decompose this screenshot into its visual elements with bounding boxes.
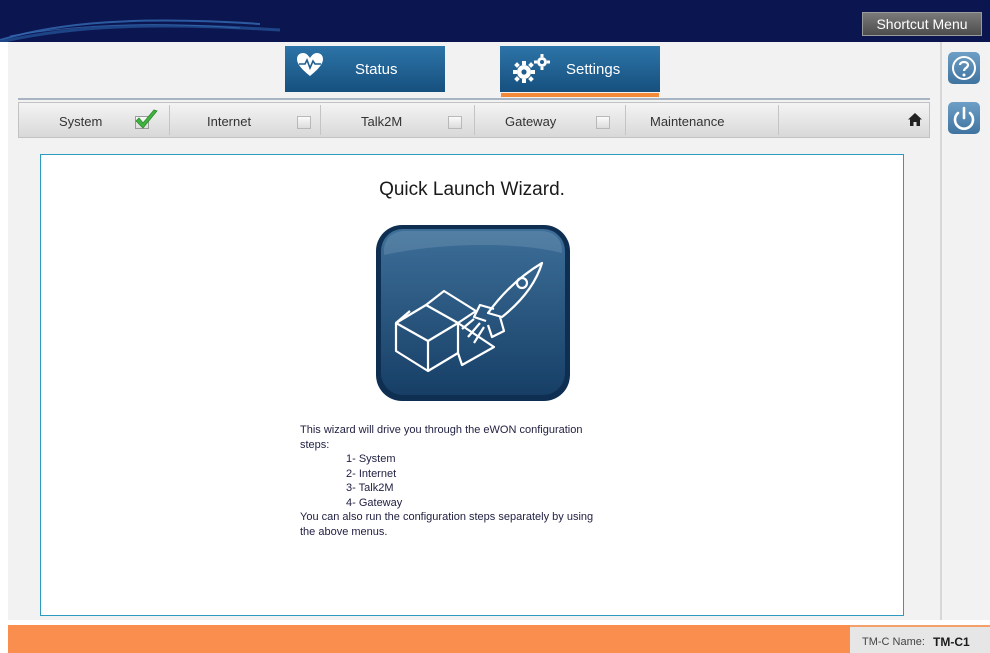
header-swoosh-decoration	[0, 19, 281, 42]
device-name-box: TM-C Name: TM-C1	[850, 625, 990, 653]
step-maintenance-label: Maintenance	[650, 114, 725, 129]
wizard-outro-line2: the above menus.	[300, 525, 388, 538]
step-internet-checkbox	[297, 116, 311, 129]
tab-separator-line	[18, 98, 930, 100]
heart-pulse-icon	[295, 52, 325, 82]
help-icon	[952, 56, 976, 80]
checkmark-icon	[135, 109, 158, 129]
step-talk2m-label: Talk2M	[361, 114, 403, 129]
wizard-step-list-item: 2- Internet	[346, 467, 397, 480]
wizard-step-list-item: 3- Talk2M	[346, 482, 394, 494]
wizard-outro-line1: You can also run the configuration steps…	[300, 511, 594, 523]
step-system-label: System	[59, 114, 103, 129]
step-system-checkbox	[135, 109, 158, 129]
step-gateway-label: Gateway	[505, 114, 557, 129]
step-talk2m-checkbox	[448, 116, 462, 129]
step-divider	[778, 105, 779, 135]
gears-icon	[510, 52, 554, 88]
logout-button[interactable]	[948, 102, 980, 134]
step-internet[interactable]: Internet	[170, 103, 320, 137]
step-system[interactable]: System	[19, 103, 169, 137]
wizard-title: Quick Launch Wizard.	[379, 179, 565, 200]
step-gateway-checkbox	[596, 116, 610, 129]
tab-status-label: Status	[355, 61, 398, 78]
device-name-value: TM-C1	[933, 635, 970, 649]
tab-settings-label: Settings	[566, 61, 621, 78]
step-internet-label: Internet	[207, 114, 252, 129]
device-name-label: TM-C Name:	[862, 636, 925, 648]
help-button[interactable]	[948, 52, 980, 84]
wizard-intro-line2: steps:	[300, 438, 330, 451]
app-window: Shortcut Menu Status Settings System Int…	[0, 0, 990, 653]
step-gateway[interactable]: Gateway	[475, 103, 625, 137]
footer-bar: TM-C Name: TM-C1	[8, 625, 990, 653]
quick-launch-rocket-box-icon[interactable]	[376, 225, 570, 401]
wizard-step-bar: System Internet Talk2M Gateway Maintenan…	[18, 102, 930, 138]
step-talk2m[interactable]: Talk2M	[321, 103, 474, 137]
tab-settings[interactable]: Settings	[500, 46, 660, 92]
home-icon[interactable]	[907, 112, 923, 132]
active-tab-indicator	[501, 93, 659, 97]
power-icon	[953, 106, 975, 130]
main-area: Status Settings System Internet Talk2M G…	[8, 42, 940, 620]
shortcut-menu-button[interactable]: Shortcut Menu	[862, 12, 982, 36]
top-header: Shortcut Menu	[0, 0, 990, 42]
wizard-panel: Quick Launch Wizard. This wizard will dr…	[40, 154, 904, 616]
wizard-intro-line1: This wizard will drive you through the e…	[300, 424, 583, 436]
wizard-description: This wizard will drive you through the e…	[300, 423, 660, 539]
tab-status[interactable]: Status	[285, 46, 445, 92]
side-toolbar	[940, 42, 990, 620]
wizard-step-list-item: 1- System	[346, 453, 396, 465]
wizard-step-list-item: 4- Gateway	[346, 496, 403, 509]
step-maintenance[interactable]: Maintenance	[626, 103, 778, 137]
